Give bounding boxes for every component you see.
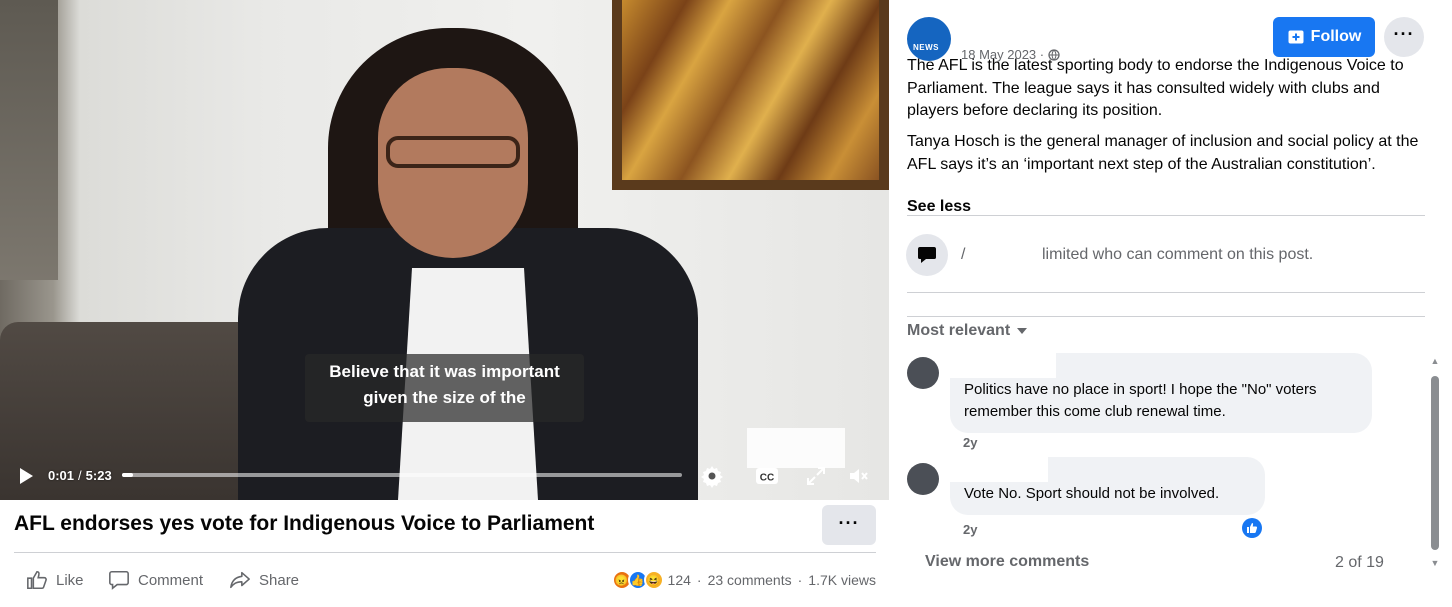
panel-more-options-button[interactable]: ··· [1384,17,1424,57]
like-label: Like [56,571,84,589]
video-player[interactable]: Believe that it was important given the … [0,0,889,500]
volume-button[interactable] [847,464,871,488]
stat-separator: · [797,572,803,588]
divider [907,292,1425,293]
subtitle-line-2: given the size of the [363,388,526,407]
sort-label: Most relevant [907,322,1011,339]
divider [907,316,1425,317]
comments-count[interactable]: 23 comments [708,572,792,588]
settings-button[interactable] [700,464,724,488]
gear-icon [701,466,723,488]
comments-shown-count: 2 of 19 [1335,554,1384,571]
follow-button[interactable]: Follow [1273,17,1375,57]
more-icon: ··· [838,513,860,533]
commenter-avatar[interactable] [907,463,939,495]
views-count: 1.7K views [808,572,876,588]
facebook-video-post: Believe that it was important given the … [0,0,1452,607]
comment-timestamp[interactable]: 2y [963,522,977,537]
video-duration: 5:23 [85,468,112,483]
more-icon: ··· [1393,24,1415,44]
post-side-panel: NEWS 18 May 2023 · Follow ··· The AFL is… [889,0,1452,607]
video-controls: 0:01/5:23 CC [0,452,889,500]
limit-page-name-redacted: / [961,244,1039,266]
video-progress-bar[interactable] [122,473,682,477]
like-button[interactable]: Like [26,568,84,592]
divider [14,552,876,553]
follow-plus-icon [1288,30,1304,44]
post-title: AFL endorses yes vote for Indigenous Voi… [14,512,595,535]
current-time: 0:01 [48,468,75,483]
post-more-options-button[interactable]: ··· [822,505,876,545]
speech-bubble-icon [109,570,129,590]
video-speaker [238,28,698,500]
thumbs-up-icon [1247,523,1258,533]
post-text-paragraph-1: The AFL is the latest sporting body to e… [907,57,1404,119]
chat-bubble-icon [918,247,936,263]
page-name-redacted [959,18,1059,42]
share-arrow-icon [230,571,250,589]
comment-button[interactable]: Comment [108,568,203,592]
post-stats: 😠 👍 😆 124 · 23 comments · 1.7K views [611,568,876,592]
fullscreen-button[interactable] [804,464,828,488]
subtitle-line-1: Believe that it was important [329,362,560,381]
comment-sort-dropdown[interactable]: Most relevant [907,322,1028,340]
comments-scrollbar[interactable]: ▲ ▼ [1427,352,1443,578]
post-text-paragraph-2: Tanya Hosch is the general manager of in… [907,133,1419,173]
scroll-down-arrow-icon[interactable]: ▼ [1430,558,1440,568]
captions-button[interactable]: CC [755,464,779,488]
commenter-name-redacted [939,456,1048,482]
reaction-count[interactable]: 124 [668,572,691,588]
comment-like-badge[interactable] [1242,518,1262,538]
reaction-icons[interactable]: 😠 👍 😆 [611,570,664,590]
cc-icon: CC [756,468,778,484]
play-button[interactable] [16,466,36,486]
video-time: 0:01/5:23 [48,468,112,483]
comment-label: Comment [138,571,204,589]
thumbs-up-icon [27,570,47,590]
video-background-wall-art [0,0,58,280]
view-more-comments-link[interactable]: View more comments [925,553,1089,571]
limit-prefix: / [961,246,966,263]
commenter-avatar[interactable] [907,357,939,389]
comment-limit-text: limited who can comment on this post. [1042,246,1314,263]
comment-text: Politics have no place in sport! I hope … [964,381,1317,420]
video-subtitle: Believe that it was important given the … [305,354,584,422]
avatar-logo-text: NEWS [913,43,939,52]
expand-icon [807,467,825,485]
commenter-name-redacted [939,352,1056,378]
haha-reaction-icon: 😆 [643,570,664,590]
comment-limit-icon-wrap [906,234,948,276]
chevron-down-icon [1017,328,1028,334]
video-progress-fill [122,473,134,477]
divider [907,215,1425,216]
stat-separator: · [696,572,702,588]
scroll-up-arrow-icon[interactable]: ▲ [1430,356,1440,366]
share-label: Share [259,571,300,589]
time-separator: / [78,468,82,483]
volume-muted-icon [850,469,868,483]
comment-text: Vote No. Sport should not be involved. [964,485,1220,502]
comment-timestamp[interactable]: 2y [963,435,977,450]
scroll-thumb[interactable] [1431,376,1439,550]
see-less-link[interactable]: See less [907,198,971,216]
play-icon [20,468,33,484]
follow-label: Follow [1310,28,1362,45]
svg-text:CC: CC [760,473,774,484]
share-button[interactable]: Share [229,568,299,592]
